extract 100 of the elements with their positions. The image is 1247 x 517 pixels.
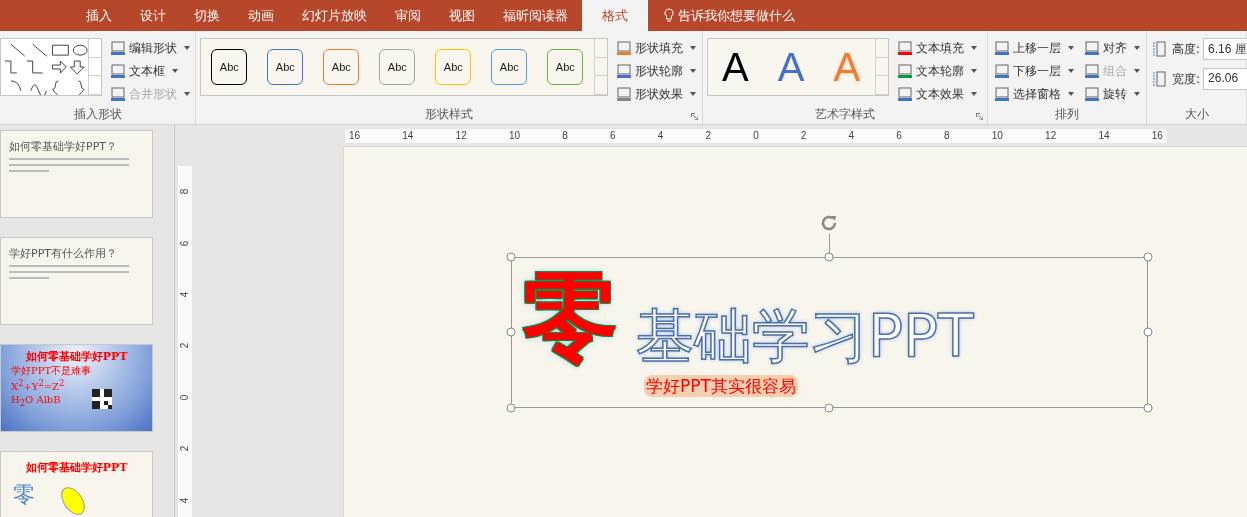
command-icon [993,63,1010,79]
command-icon [1083,86,1100,102]
thumbnail-text: X$^{2}$+Y$^{2}$=Z$^{2}$ [11,377,65,394]
ribbon-tab[interactable]: 插入 [72,0,126,31]
field-label: 宽度: [1172,70,1201,88]
ribbon-tab[interactable]: 视图 [435,0,489,31]
ribbon-command[interactable]: 上移一层 [991,38,1076,58]
shape-style-swatch[interactable]: Abc [379,49,416,85]
command-icon [993,40,1010,56]
gallery-scrollbar[interactable] [594,39,608,95]
wordart-style[interactable]: A [707,44,764,90]
ribbon-command[interactable]: 形状轮廓 [614,61,699,81]
qr-code-icon [92,389,112,409]
vertical-ruler: 8 6 4 2 0 2 4 [178,166,192,517]
command-icon [616,63,633,79]
command-icon [616,40,633,56]
ribbon-command[interactable]: 形状填充 [614,38,699,58]
ribbon-tab[interactable]: 设计 [126,0,180,31]
ribbon-tab[interactable]: 福昕阅读器 [489,0,582,31]
caret-icon [1133,69,1140,73]
caret-icon [1133,92,1140,96]
caret-icon [970,92,977,96]
size-field[interactable]: 6.16 厘 [1203,38,1247,60]
launcher-icon[interactable] [975,113,983,120]
ribbon-tab[interactable]: 切换 [180,0,234,31]
shape-style-swatch[interactable]: Abc [267,49,304,85]
command-icon [1083,40,1100,56]
shape-style-swatch[interactable]: Abc [211,49,248,85]
command-icon [616,86,633,102]
ribbon-command[interactable]: 选择窗格 [991,84,1076,104]
shape-style-swatch[interactable]: Abc [491,49,528,85]
resize-handle[interactable] [1143,327,1153,337]
ribbon-command[interactable]: 编辑形状 [108,38,192,58]
caret-icon [172,69,178,73]
command-icon [1083,63,1100,79]
caret-icon [1067,69,1074,73]
command-icon [993,86,1010,102]
ribbon-command[interactable]: 文本填充 [894,38,979,58]
gallery-scrollbar[interactable] [874,39,888,95]
tell-me-search[interactable]: 告诉我你想要做什么 [678,6,795,25]
size-icon [1151,70,1169,88]
ellipse-shape [59,484,87,517]
group-label: 艺术字样式 [814,107,875,121]
field-label: 高度: [1172,40,1201,58]
resize-handle[interactable] [1143,252,1153,262]
caret-icon [184,92,190,96]
ribbon-tab[interactable]: 幻灯片放映 [288,0,381,31]
shape-style-swatch[interactable]: Abc [323,49,360,85]
thumbnail-title: 如何零基础学好PPT？ [9,139,118,154]
command-icon [110,40,126,56]
caret-icon [1067,92,1074,96]
resize-handle[interactable] [824,252,834,262]
ribbon-command[interactable]: 形状效果 [614,84,699,104]
resize-handle[interactable] [1143,403,1153,413]
resize-handle[interactable] [506,327,516,337]
group-label: 大小 [1184,107,1209,121]
resize-handle[interactable] [506,403,516,413]
caret-icon [1133,46,1140,50]
thumbnail-text: 零 [13,481,35,509]
caret-icon [1067,46,1074,50]
gallery-scrollbar[interactable] [88,39,101,95]
ribbon-command[interactable]: 旋转 [1081,84,1142,104]
ribbon-tab[interactable]: 格式 [582,0,648,31]
command-icon [110,63,126,79]
shape-style-swatch[interactable]: Abc [547,49,584,85]
caret-icon [690,69,697,73]
horizontal-ruler: 16 14 12 10 8 6 4 2 0 2 4 6 8 10 12 14 16 [345,128,1167,143]
caret-icon [690,92,697,96]
ribbon-command[interactable]: 对齐 [1081,38,1142,58]
caret-icon [970,46,977,50]
group-label: 排列 [1054,107,1079,121]
thumbnail-text: H$_{2}$O AlbB [11,393,61,411]
thumbnail-title: 如何零基础学好PPT [24,349,129,364]
group-label: 插入形状 [73,107,122,121]
command-icon [896,63,913,79]
size-field[interactable]: 26.06 [1203,68,1247,90]
size-icon [1151,40,1169,58]
slide-thumbnail[interactable]: 如何零基础学好PPT？ [0,130,153,218]
overlay-text: 学好PPT其实很容易 [644,375,798,397]
slide-thumbnail[interactable]: 学好PPT有什么作用？ [0,237,153,325]
wordart-text: 零 [522,269,618,365]
shape-style-swatch[interactable]: Abc [435,49,472,85]
command-icon [896,40,913,56]
resize-handle[interactable] [824,403,834,413]
ribbon-command[interactable]: 文本效果 [894,84,979,104]
group-label: 形状样式 [424,107,473,121]
wordart-style[interactable]: A [763,44,819,90]
caret-icon [184,46,190,50]
thumbnail-title: 学好PPT有什么作用？ [9,246,118,261]
ribbon-tab[interactable]: 动画 [234,0,288,31]
ribbon-command[interactable]: 下移一层 [991,61,1076,81]
ribbon-command[interactable]: 文本轮廓 [894,61,979,81]
command-icon [896,86,913,102]
launcher-icon[interactable] [690,113,698,120]
ribbon-tab[interactable]: 审阅 [381,0,435,31]
ribbon-command[interactable]: 文本框 [108,61,192,81]
caret-icon [690,46,697,50]
resize-handle[interactable] [506,252,516,262]
selected-text-box[interactable] [511,257,1148,408]
slide-thumbnail[interactable]: 如何零基础学好PPT 零 [0,451,153,517]
